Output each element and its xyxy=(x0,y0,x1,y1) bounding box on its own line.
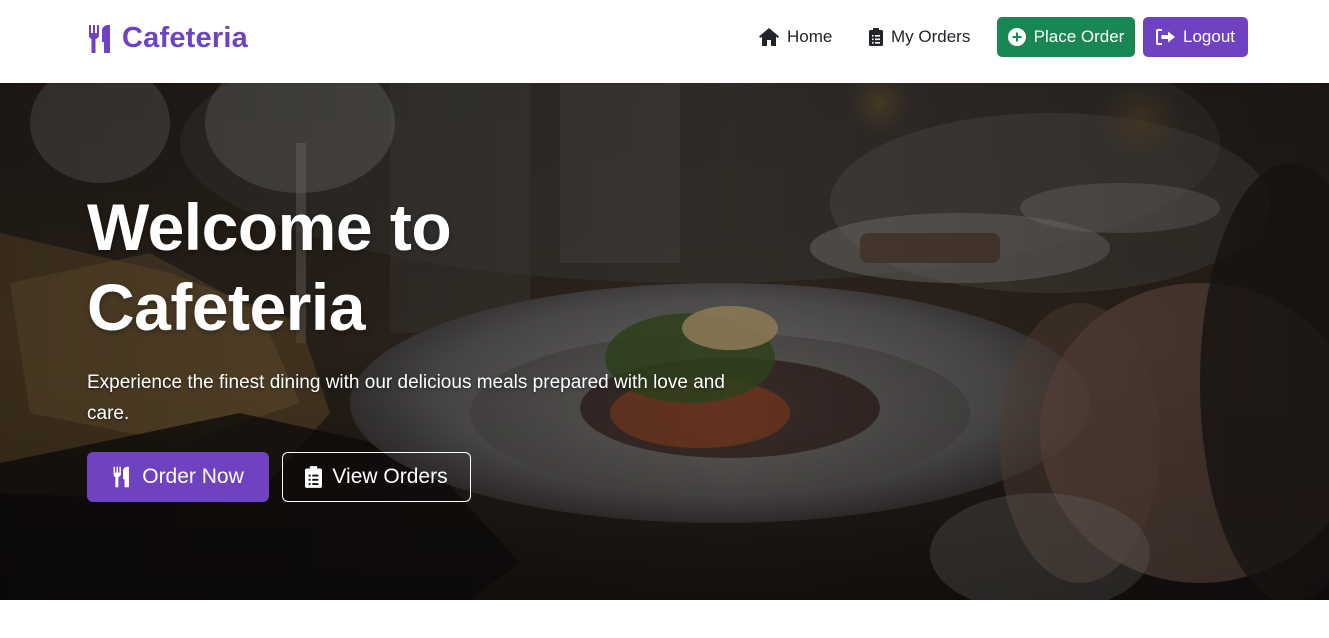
place-order-button[interactable]: Place Order xyxy=(997,17,1135,57)
view-orders-button[interactable]: View Orders xyxy=(282,452,471,502)
navbar: Cafeteria Home My Orders Place Order Log… xyxy=(0,0,1329,83)
hero-section: Welcome to Cafeteria Experience the fine… xyxy=(0,83,1329,600)
clipboard-list-icon xyxy=(869,28,883,46)
nav-home-label: Home xyxy=(787,27,833,46)
nav-home-link[interactable]: Home xyxy=(759,17,832,57)
logout-label: Logout xyxy=(1183,27,1235,46)
order-now-label: Order Now xyxy=(142,465,244,488)
hero-subtitle: Experience the finest dining with our de… xyxy=(87,372,725,424)
utensils-icon xyxy=(113,466,130,488)
view-orders-label: View Orders xyxy=(332,465,448,488)
place-order-label: Place Order xyxy=(1033,27,1125,46)
order-now-button[interactable]: Order Now xyxy=(87,452,269,502)
main-nav: Home My Orders Place Order Logout xyxy=(0,17,1329,57)
logout-button[interactable]: Logout xyxy=(1143,17,1248,57)
nav-my-orders-link[interactable]: My Orders xyxy=(869,17,970,57)
hero-title: Welcome to Cafeteria xyxy=(87,190,452,344)
nav-my-orders-label: My Orders xyxy=(891,27,971,46)
sign-out-icon xyxy=(1156,29,1175,45)
home-icon xyxy=(759,28,779,46)
plus-circle-icon xyxy=(1007,28,1026,46)
clipboard-list-icon xyxy=(305,466,323,488)
